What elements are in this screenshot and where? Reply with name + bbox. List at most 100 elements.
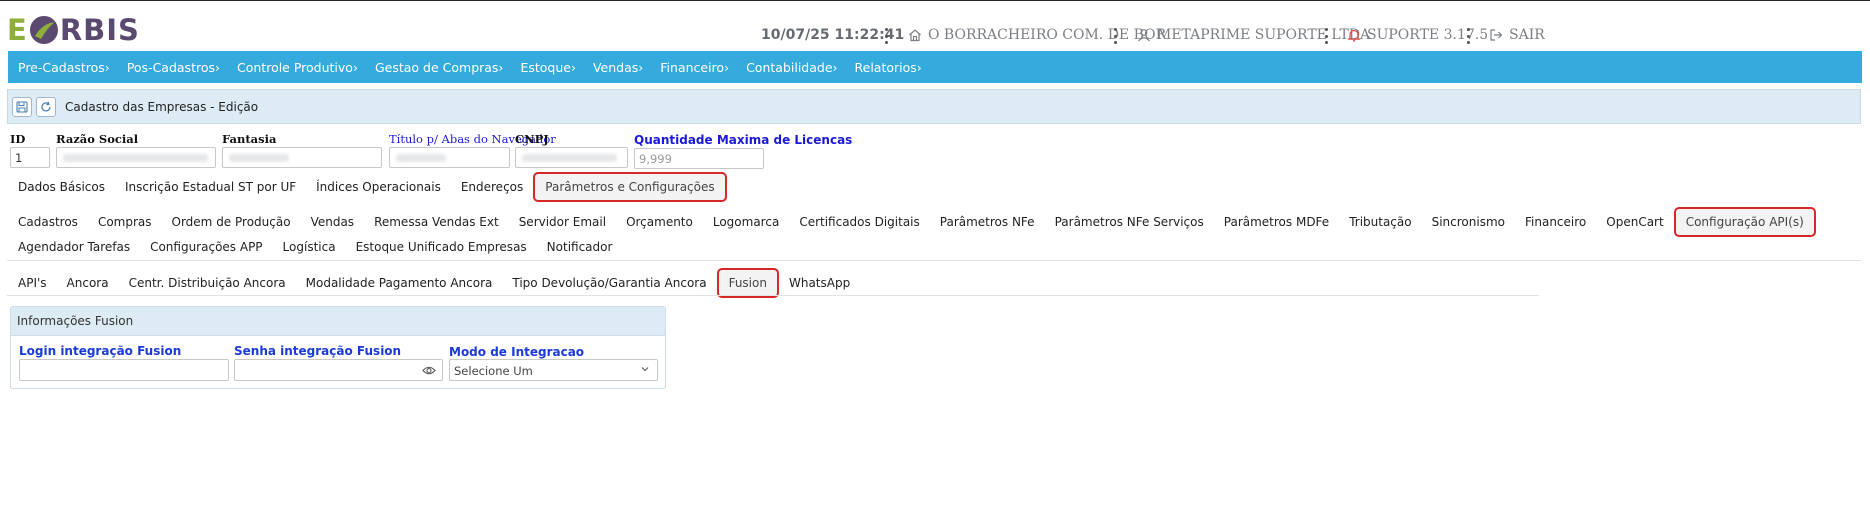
tab-parametros-configuracoes[interactable]: Parâmetros e Configurações: [533, 172, 727, 202]
nav-relatorios[interactable]: Relatorios›: [855, 60, 922, 75]
qtd-licencas-label: Quantidade Maxima de Licencas: [634, 133, 853, 147]
main-tabs: Dados Básicos Inscrição Estadual ST por …: [8, 172, 727, 202]
modo-integracao-select[interactable]: Selecione Um: [449, 359, 658, 381]
tab-estoque-unificado[interactable]: Estoque Unificado Empresas: [346, 234, 537, 260]
tab-fusion[interactable]: Fusion: [716, 268, 779, 298]
eorbis-logo[interactable]: E RBIS: [7, 13, 140, 47]
tab-dados-basicos[interactable]: Dados Básicos: [8, 174, 115, 200]
nav-pos-cadastros[interactable]: Pos-Cadastros›: [127, 60, 220, 75]
param-tabs-row1: Cadastros Compras Ordem de Produção Vend…: [8, 207, 1816, 237]
api-tabs: API's Ancora Centr. Distribuição Ancora …: [8, 268, 860, 298]
eye-icon[interactable]: [422, 365, 436, 376]
top-border: [0, 0, 1870, 1]
tab-cadastros[interactable]: Cadastros: [8, 209, 88, 235]
app-header: E RBIS 10/07/25 11:22:41 O BORRACHEIRO C…: [0, 2, 1870, 58]
modo-integracao-label: Modo de Integracao: [449, 345, 585, 359]
fantasia-label: Fantasia: [222, 132, 277, 146]
save-icon: [16, 100, 28, 113]
senha-fusion-input[interactable]: [234, 359, 443, 381]
nav-financeiro[interactable]: Financeiro›: [660, 60, 729, 75]
tab-compras[interactable]: Compras: [88, 209, 162, 235]
nav-pre-cadastros[interactable]: Pre-Cadastros›: [18, 60, 110, 75]
tab-centr-distribuicao-ancora[interactable]: Centr. Distribuição Ancora: [119, 270, 296, 296]
tab-financeiro[interactable]: Financeiro: [1515, 209, 1596, 235]
user-icon: [1138, 29, 1150, 42]
save-button[interactable]: [12, 96, 32, 117]
kebab-menu-icon[interactable]: [1113, 28, 1117, 44]
refresh-icon: [41, 101, 51, 111]
branch-name: O BORRACHEIRO COM. DE BOR: [928, 27, 1167, 43]
logout-button[interactable]: SAIR: [1489, 27, 1545, 43]
tab-parametros-nfe[interactable]: Parâmetros NFe: [930, 209, 1045, 235]
api-tabs-divider: [7, 295, 1539, 296]
param-tabs-row2: Agendador Tarefas Configurações APP Logí…: [8, 234, 622, 260]
tab-modalidade-pagamento-ancora[interactable]: Modalidade Pagamento Ancora: [296, 270, 503, 296]
razao-social-label: Razão Social: [56, 132, 139, 146]
company-name: METAPRIME SUPORTE LTDA: [1157, 27, 1371, 43]
id-label: ID: [10, 132, 26, 146]
cnpj-label: CNPJ: [515, 132, 549, 146]
logout-icon: [1490, 29, 1503, 41]
redacted-value: [522, 154, 617, 162]
page-title: Cadastro das Empresas - Edição: [65, 99, 259, 114]
tab-remessa-vendas-ext[interactable]: Remessa Vendas Ext: [364, 209, 509, 235]
tab-certificados-digitais[interactable]: Certificados Digitais: [789, 209, 929, 235]
logout-label: SAIR: [1509, 27, 1545, 43]
redacted-value: [396, 154, 446, 162]
tab-opencart[interactable]: OpenCart: [1596, 209, 1673, 235]
tab-logomarca[interactable]: Logomarca: [703, 209, 789, 235]
tab-parametros-nfe-servicos[interactable]: Parâmetros NFe Serviços: [1045, 209, 1214, 235]
kebab-menu-icon[interactable]: [884, 28, 888, 44]
fantasia-field[interactable]: [222, 147, 382, 168]
fusion-info-panel: Informações Fusion Login integração Fusi…: [10, 306, 666, 389]
cnpj-field[interactable]: [515, 147, 628, 168]
tab-ancora[interactable]: Ancora: [57, 270, 119, 296]
login-fusion-input[interactable]: [19, 359, 229, 381]
company-selector[interactable]: METAPRIME SUPORTE LTDA: [1137, 27, 1370, 43]
tab-configuracoes-app[interactable]: Configurações APP: [140, 234, 272, 260]
datetime-display: 10/07/25 11:22:41: [761, 27, 905, 43]
id-field[interactable]: 1: [10, 147, 50, 168]
page-title-bar: Cadastro das Empresas - Edição: [7, 89, 1861, 124]
qtd-licencas-field[interactable]: 9,999: [634, 148, 764, 169]
tab-ordem-producao[interactable]: Ordem de Produção: [162, 209, 301, 235]
nav-controle-produtivo[interactable]: Controle Produtivo›: [237, 60, 358, 75]
tab-tributacao[interactable]: Tributação: [1339, 209, 1421, 235]
kebab-menu-icon[interactable]: [1466, 28, 1470, 44]
tab-indices-operacionais[interactable]: Índices Operacionais: [306, 174, 451, 200]
kebab-menu-icon[interactable]: [1324, 28, 1328, 44]
razao-social-field[interactable]: [56, 147, 216, 168]
globe-logo-icon: [29, 16, 58, 44]
branch-selector[interactable]: O BORRACHEIRO COM. DE BOR: [908, 27, 1166, 43]
nav-gestao-compras[interactable]: Gestao de Compras›: [375, 60, 503, 75]
nav-contabilidade[interactable]: Contabilidade›: [746, 60, 837, 75]
logo-letter-e: E: [7, 13, 28, 47]
tab-notificador[interactable]: Notificador: [537, 234, 623, 260]
tab-enderecos[interactable]: Endereços: [451, 174, 533, 200]
tab-agendador-tarefas[interactable]: Agendador Tarefas: [8, 234, 140, 260]
nav-vendas[interactable]: Vendas›: [593, 60, 643, 75]
redacted-value: [63, 154, 208, 162]
tab-tipo-devolucao-ancora[interactable]: Tipo Devolução/Garantia Ancora: [502, 270, 716, 296]
nav-estoque[interactable]: Estoque›: [520, 60, 576, 75]
tab-apis[interactable]: API's: [8, 270, 57, 296]
tab-orcamento[interactable]: Orçamento: [616, 209, 703, 235]
tab-configuracao-apis[interactable]: Configuração API(s): [1673, 207, 1816, 237]
main-nav-bar: Pre-Cadastros› Pos-Cadastros› Controle P…: [8, 51, 1862, 83]
logo-text: RBIS: [59, 13, 140, 47]
tab-whatsapp[interactable]: WhatsApp: [779, 270, 860, 296]
titulo-navegador-field[interactable]: [389, 147, 510, 168]
refresh-button[interactable]: [36, 96, 56, 117]
chevron-down-icon: [641, 367, 649, 372]
tab-inscricao-estadual[interactable]: Inscrição Estadual ST por UF: [115, 174, 306, 200]
modo-integracao-value: Selecione Um: [454, 364, 533, 378]
redacted-value: [229, 154, 289, 162]
tab-parametros-mdfe[interactable]: Parâmetros MDFe: [1214, 209, 1339, 235]
bell-icon: [1347, 29, 1361, 42]
login-fusion-label: Login integração Fusion: [19, 344, 182, 358]
tab-sincronismo[interactable]: Sincronismo: [1422, 209, 1515, 235]
panel-title: Informações Fusion: [11, 307, 665, 336]
tab-servidor-email[interactable]: Servidor Email: [509, 209, 616, 235]
tab-vendas[interactable]: Vendas: [301, 209, 365, 235]
tab-logistica[interactable]: Logística: [273, 234, 346, 260]
